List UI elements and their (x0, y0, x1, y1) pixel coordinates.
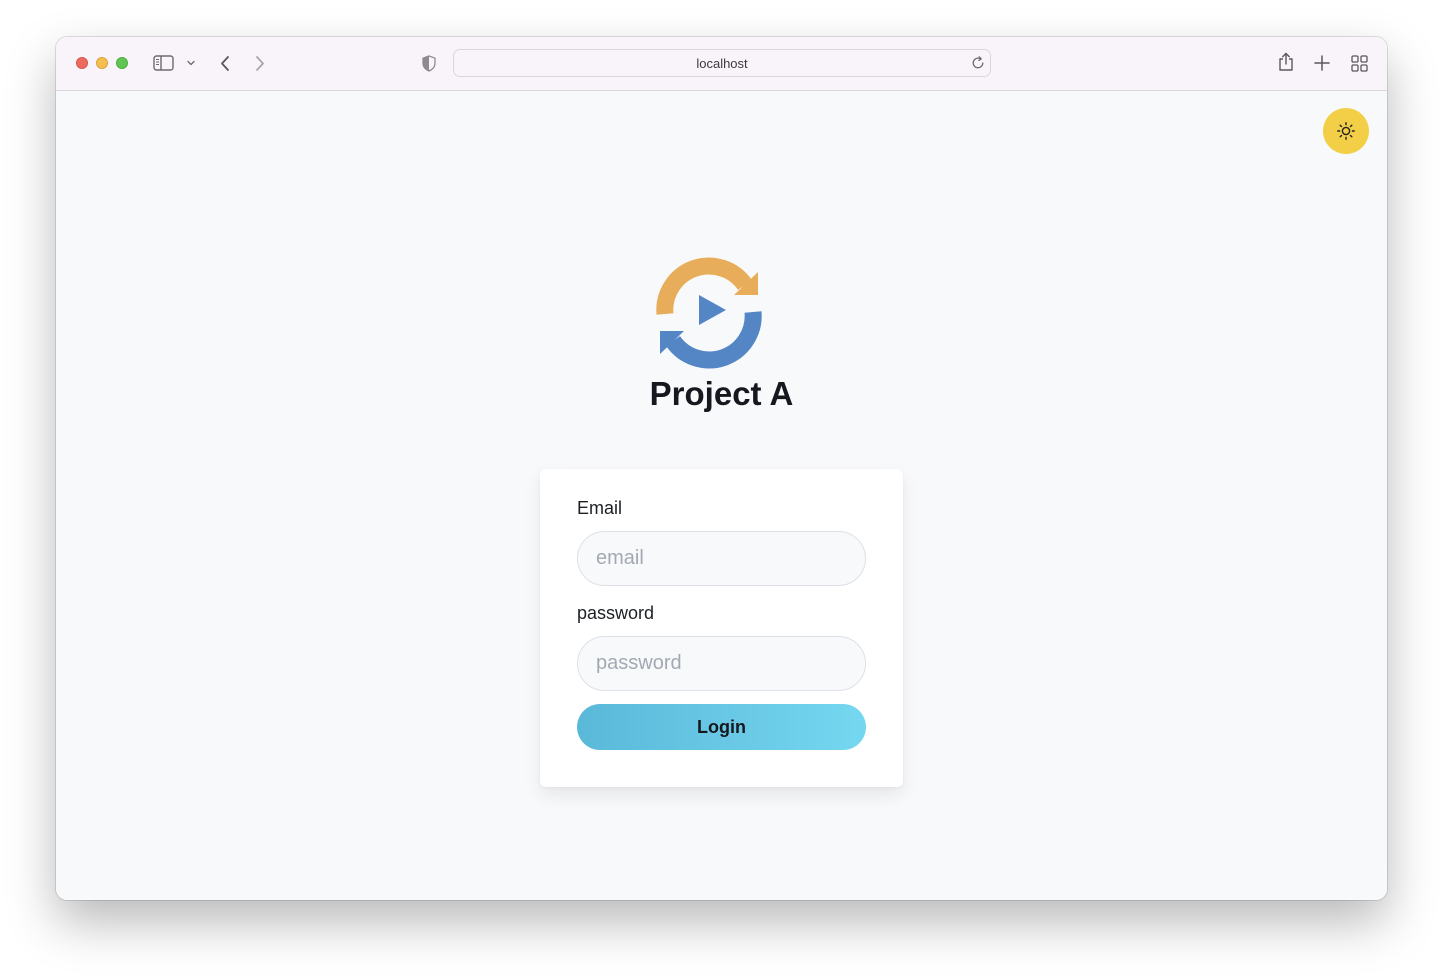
brand-title: Project A (649, 375, 794, 412)
email-input[interactable] (577, 531, 866, 586)
reload-icon[interactable] (971, 56, 985, 70)
close-window-button[interactable] (76, 57, 88, 69)
login-button[interactable]: Login (577, 704, 866, 750)
back-icon[interactable] (219, 55, 231, 72)
login-card: Email password Login (540, 469, 903, 787)
email-label: Email (577, 498, 623, 518)
sync-play-logo-icon (656, 257, 762, 369)
sun-icon (1337, 122, 1355, 140)
forward-icon[interactable] (254, 55, 266, 72)
minimize-window-button[interactable] (96, 57, 108, 69)
theme-toggle-button[interactable] (1323, 108, 1369, 154)
address-bar[interactable]: localhost (453, 49, 991, 77)
sidebar-icon[interactable] (153, 55, 174, 71)
tab-overview-icon[interactable] (1351, 55, 1368, 72)
zoom-window-button[interactable] (116, 57, 128, 69)
share-icon[interactable] (1277, 52, 1295, 72)
password-label: password (577, 603, 655, 623)
browser-toolbar: localhost (56, 37, 1387, 91)
chevron-down-icon[interactable] (187, 60, 195, 66)
shield-icon[interactable] (422, 55, 436, 72)
password-input[interactable] (577, 636, 866, 691)
browser-window: localhost Project A Email email password… (56, 37, 1387, 900)
url-text: localhost (696, 56, 748, 71)
new-tab-icon[interactable] (1314, 55, 1330, 71)
page-content: Project A Email password Login (56, 91, 1387, 900)
